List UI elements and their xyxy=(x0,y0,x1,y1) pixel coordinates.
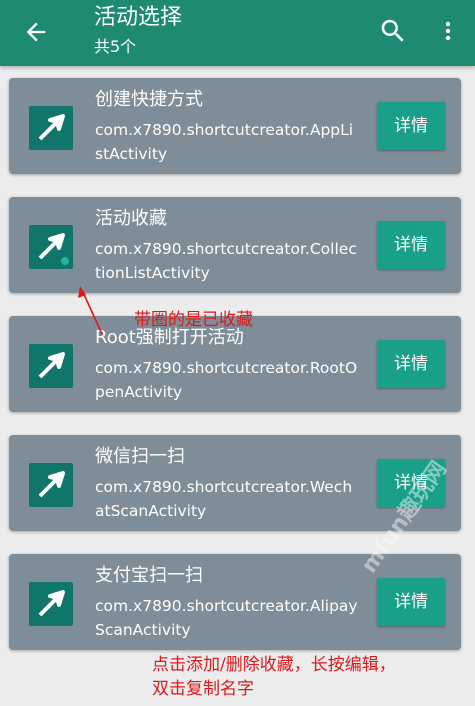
favorite-annotation: 带圈的是已收藏 xyxy=(134,310,253,330)
annotation-arrow-icon xyxy=(78,286,103,335)
usage-annotation-line2: 双击复制名字 xyxy=(152,679,254,699)
usage-annotation-line1: 点击添加/删除收藏，长按编辑， xyxy=(152,655,396,675)
